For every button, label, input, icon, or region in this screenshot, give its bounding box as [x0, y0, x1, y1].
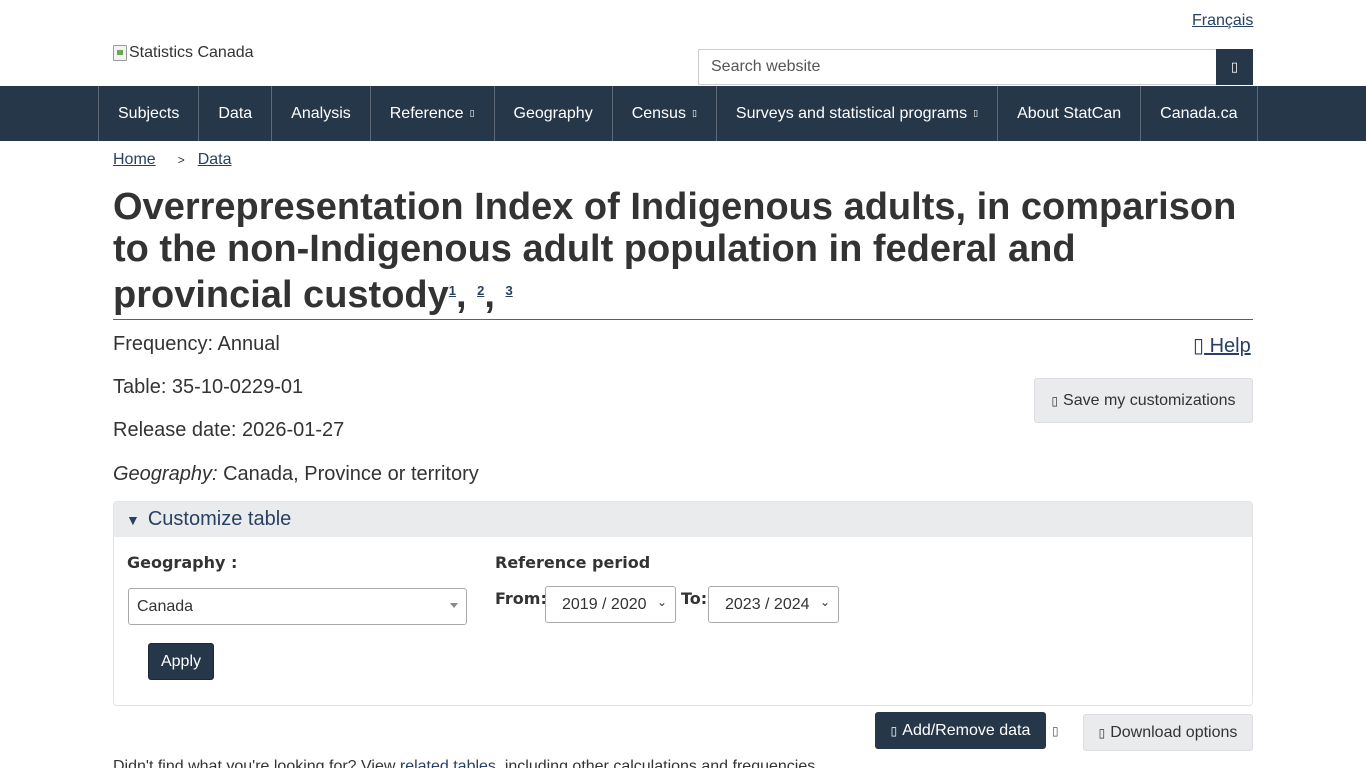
footnote-link-1[interactable]: 1 [449, 283, 456, 298]
search-button[interactable]: ▯ [1216, 49, 1253, 85]
apply-button[interactable]: Apply [148, 643, 214, 680]
reference-period-label: Reference period [495, 553, 651, 572]
search-placeholder: Search website [711, 58, 821, 75]
to-period-value: 2023 / 2024 [725, 595, 810, 613]
language-toggle-link[interactable]: Français [1192, 12, 1253, 30]
info-icon[interactable]: ▯ [1052, 724, 1059, 738]
search-input[interactable]: Search website [698, 49, 1217, 85]
download-icon: ▯ [1098, 725, 1106, 740]
add-remove-label: Add/Remove data [902, 721, 1031, 739]
customize-table-panel: ▼ Customize table Geography : Canada Ref… [113, 501, 1253, 706]
brand-alt-text: Statistics Canada [129, 44, 254, 61]
from-period-value: 2019 / 2020 [562, 595, 647, 613]
nav-item-label: Reference [389, 104, 464, 122]
nav-item-label: Data [218, 104, 253, 122]
submenu-caret-icon: ▯ [469, 108, 475, 118]
save-customizations-label: Save my customizations [1063, 391, 1236, 409]
geography-select[interactable]: Canada [128, 588, 467, 625]
footnote-link-3[interactable]: 3 [505, 283, 512, 298]
footnote-comma: , [455, 274, 467, 316]
release-date-text: Release date: 2026-01-27 [113, 419, 345, 441]
breadcrumb-data-link[interactable]: Data [198, 151, 232, 169]
geography-text: Geography: Canada, Province or territory [113, 463, 479, 486]
add-remove-icon: ▯ [890, 723, 898, 738]
geography-label: Geography: [113, 463, 218, 485]
related-tables-note: Didn't find what you're looking for? Vie… [113, 758, 820, 768]
statistics-canada-logo[interactable]: Statistics Canada [113, 44, 254, 62]
from-period-select[interactable]: 2019 / 2020 ⌄ [545, 586, 676, 623]
add-remove-data-button[interactable]: ▯ Add/Remove data [875, 712, 1046, 749]
customize-table-toggle[interactable]: ▼ Customize table [114, 502, 1252, 537]
geography-value: Canada, Province or territory [217, 463, 479, 485]
nav-item-label: About StatCan [1017, 104, 1122, 122]
nav-item-surveys-and-statistical-programs[interactable]: Surveys and statistical programs ▯ [717, 86, 999, 141]
breadcrumb-home-link[interactable]: Home [113, 151, 156, 169]
nav-item-about-statcan[interactable]: About StatCan [998, 86, 1142, 141]
nav-item-label: Canada.ca [1160, 104, 1238, 122]
help-link[interactable]: ▯ Help [1193, 333, 1251, 358]
chevron-down-icon: ⌄ [656, 595, 667, 609]
to-label: To: [681, 589, 708, 608]
from-label: From: [495, 589, 547, 608]
footnote-comma: , [484, 274, 495, 316]
nav-item-data[interactable]: Data [199, 86, 273, 141]
download-options-button[interactable]: ▯ Download options [1083, 714, 1253, 751]
submenu-caret-icon: ▯ [973, 108, 979, 118]
nav-item-label: Analysis [291, 104, 351, 122]
page-title: Overrepresentation Index of Indigenous a… [113, 186, 1253, 316]
dropdown-arrow-icon [450, 603, 458, 608]
broken-image-icon [113, 45, 127, 61]
frequency-text: Frequency: Annual [113, 333, 280, 355]
nav-item-label: Geography [513, 104, 593, 122]
geography-selected-value: Canada [137, 597, 194, 615]
help-label: Help [1204, 335, 1251, 357]
geography-field-label: Geography : [127, 553, 238, 572]
submenu-caret-icon: ▯ [691, 108, 697, 118]
title-divider [113, 319, 1253, 320]
help-icon: ▯ [1193, 335, 1205, 357]
search-icon: ▯ [1230, 59, 1239, 74]
nav-item-label: Subjects [118, 104, 180, 122]
save-customizations-button[interactable]: ▯ Save my customizations [1034, 378, 1253, 423]
nav-item-subjects[interactable]: Subjects [99, 86, 200, 141]
nav-item-reference[interactable]: Reference ▯ [371, 86, 495, 141]
main-navigation: Subjects Data Analysis Reference ▯ Geography C… [0, 86, 1366, 141]
table-id-text: Table: 35-10-0229-01 [113, 376, 304, 398]
breadcrumb: Home > Data [113, 151, 232, 169]
chevron-down-icon: ⌄ [819, 595, 830, 609]
nav-item-canada-ca[interactable]: Canada.ca [1141, 86, 1258, 141]
nav-item-label: Census [631, 104, 686, 122]
nav-list: Subjects Data Analysis Reference ▯ Geography C… [98, 86, 1258, 141]
nav-item-geography[interactable]: Geography [495, 86, 613, 141]
nav-item-label: Surveys and statistical programs [735, 104, 968, 122]
page-title-text: Overrepresentation Index of Indigenous a… [113, 186, 1237, 316]
nav-item-census[interactable]: Census ▯ [613, 86, 717, 141]
nav-item-analysis[interactable]: Analysis [272, 86, 371, 141]
related-note-text-end: , including other calculations and frequ… [495, 758, 820, 768]
expand-triangle-icon: ▼ [126, 511, 140, 528]
breadcrumb-separator: > [177, 153, 185, 167]
save-icon: ▯ [1051, 393, 1059, 408]
related-note-text: Didn't find what you're looking for? Vie… [113, 758, 400, 768]
customize-table-label: Customize table [147, 508, 292, 530]
related-tables-link[interactable]: related tables [400, 758, 496, 768]
to-period-select[interactable]: 2023 / 2024 ⌄ [708, 586, 839, 623]
download-options-label: Download options [1110, 723, 1238, 741]
